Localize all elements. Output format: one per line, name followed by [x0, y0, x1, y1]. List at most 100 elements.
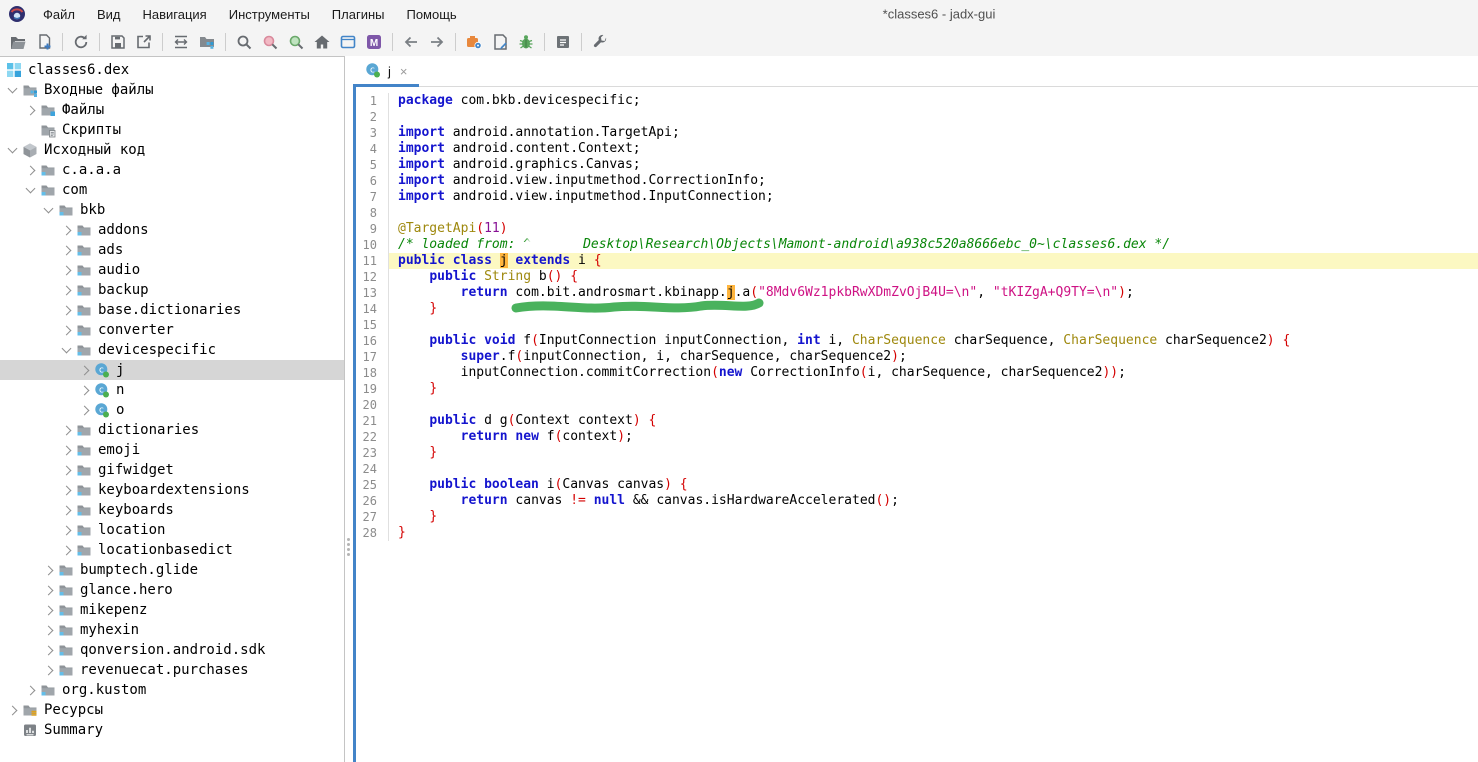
forward-button[interactable]: [424, 30, 450, 54]
chevron-down-icon[interactable]: [58, 348, 74, 352]
chevron-right-icon[interactable]: [40, 647, 56, 654]
divider-grip-icon[interactable]: [347, 538, 350, 541]
tree-item-classes6-dex[interactable]: classes6.dex: [0, 60, 344, 80]
tab-j[interactable]: c j ×: [353, 56, 419, 86]
menu-item-help[interactable]: Помощь: [395, 4, 467, 25]
chevron-right-icon[interactable]: [22, 167, 38, 174]
tree-item-ads[interactable]: ads: [0, 240, 344, 260]
search-class-button[interactable]: [283, 30, 309, 54]
menu-item-view[interactable]: Вид: [86, 4, 132, 25]
tree-item-keyboardextensions[interactable]: keyboardextensions: [0, 480, 344, 500]
tree-item-c-a-a-a[interactable]: c.a.a.a: [0, 160, 344, 180]
tree-item-input-files[interactable]: Входные файлы: [0, 80, 344, 100]
chevron-right-icon[interactable]: [76, 367, 92, 374]
tree-item-myhexin[interactable]: myhexin: [0, 620, 344, 640]
chevron-right-icon[interactable]: [58, 247, 74, 254]
chevron-right-icon[interactable]: [58, 327, 74, 334]
tree-item-scripts[interactable]: Скрипты: [0, 120, 344, 140]
tree-item-glance-hero[interactable]: glance.hero: [0, 580, 344, 600]
tree-item-backup[interactable]: backup: [0, 280, 344, 300]
frame-button[interactable]: [335, 30, 361, 54]
tree-item-keyboards[interactable]: keyboards: [0, 500, 344, 520]
tree-item-o[interactable]: co: [0, 400, 344, 420]
tree-item-location[interactable]: location: [0, 520, 344, 540]
folder-icon: [58, 202, 74, 218]
chevron-right-icon[interactable]: [76, 387, 92, 394]
search-text-button[interactable]: [257, 30, 283, 54]
chevron-right-icon[interactable]: [58, 487, 74, 494]
tree-item-qonversion-android-sdk[interactable]: qonversion.android.sdk: [0, 640, 344, 660]
chevron-right-icon[interactable]: [4, 707, 20, 714]
chevron-right-icon[interactable]: [76, 407, 92, 414]
tree-item-revenuecat-purchases[interactable]: revenuecat.purchases: [0, 660, 344, 680]
back-button[interactable]: [398, 30, 424, 54]
tree-item-org-kustom[interactable]: org.kustom: [0, 680, 344, 700]
wrench-button[interactable]: [587, 30, 613, 54]
chevron-right-icon[interactable]: [40, 627, 56, 634]
tree-item-mikepenz[interactable]: mikepenz: [0, 600, 344, 620]
home-button[interactable]: [309, 30, 335, 54]
search-button[interactable]: [231, 30, 257, 54]
tree-item-gifwidget[interactable]: gifwidget: [0, 460, 344, 480]
chevron-right-icon[interactable]: [58, 307, 74, 314]
device-config-button[interactable]: [461, 30, 487, 54]
log-button[interactable]: [550, 30, 576, 54]
tree-item-dictionaries[interactable]: dictionaries: [0, 420, 344, 440]
chevron-right-icon[interactable]: [22, 687, 38, 694]
chevron-right-icon[interactable]: [58, 547, 74, 554]
tree-item-n[interactable]: cn: [0, 380, 344, 400]
chevron-right-icon[interactable]: [40, 667, 56, 674]
tree-item-j[interactable]: cj: [0, 360, 344, 380]
toolbar: M: [0, 28, 1478, 56]
chevron-right-icon[interactable]: [58, 467, 74, 474]
tree-item-bumptech-glide[interactable]: bumptech.glide: [0, 560, 344, 580]
chevron-right-icon[interactable]: [40, 587, 56, 594]
add-file-button[interactable]: [31, 30, 57, 54]
bug-button[interactable]: [513, 30, 539, 54]
tree-item-emoji[interactable]: emoji: [0, 440, 344, 460]
tree-item-com[interactable]: com: [0, 180, 344, 200]
save-button[interactable]: [105, 30, 131, 54]
chevron-down-icon[interactable]: [4, 148, 20, 152]
chevron-right-icon[interactable]: [58, 267, 74, 274]
chevron-right-icon[interactable]: [58, 447, 74, 454]
tree-item-base-dictionaries[interactable]: base.dictionaries: [0, 300, 344, 320]
refresh-button[interactable]: [68, 30, 94, 54]
chevron-right-icon[interactable]: [58, 507, 74, 514]
tree-item-files[interactable]: Файлы: [0, 100, 344, 120]
chevron-down-icon[interactable]: [22, 188, 38, 192]
tree-item-summary[interactable]: Summary: [0, 720, 344, 740]
chevron-right-icon[interactable]: [58, 227, 74, 234]
split-divider[interactable]: [345, 56, 353, 762]
chevron-right-icon[interactable]: [40, 567, 56, 574]
open-folder-button[interactable]: [5, 30, 31, 54]
menu-bar: ФайлВидНавигацияИнструментыПлагиныПомощь…: [0, 0, 1478, 28]
menu-item-navigation[interactable]: Навигация: [132, 4, 218, 25]
code-line-17: 17 super.f(inputConnection, i, charSeque…: [356, 349, 1478, 365]
menu-item-file[interactable]: Файл: [32, 4, 86, 25]
tree-item-converter[interactable]: converter: [0, 320, 344, 340]
close-tab-icon[interactable]: ×: [400, 64, 408, 79]
chevron-right-icon[interactable]: [58, 427, 74, 434]
tree-item-audio[interactable]: audio: [0, 260, 344, 280]
chevron-down-icon[interactable]: [40, 208, 56, 212]
flatten-button[interactable]: [168, 30, 194, 54]
chevron-right-icon[interactable]: [58, 527, 74, 534]
doc-edit-button[interactable]: [487, 30, 513, 54]
tree-item-resources[interactable]: Ресурсы: [0, 700, 344, 720]
chevron-right-icon[interactable]: [40, 607, 56, 614]
chevron-right-icon[interactable]: [22, 107, 38, 114]
tree-view-button[interactable]: [194, 30, 220, 54]
tree-item-source-code[interactable]: Исходный код: [0, 140, 344, 160]
tree-item-bkb[interactable]: bkb: [0, 200, 344, 220]
tree-item-devicespecific[interactable]: devicespecific: [0, 340, 344, 360]
code-area[interactable]: 1package com.bkb.devicespecific;23import…: [356, 86, 1478, 762]
menu-item-tools[interactable]: Инструменты: [218, 4, 321, 25]
chevron-down-icon[interactable]: [4, 88, 20, 92]
export-button[interactable]: [131, 30, 157, 54]
tree-item-locationbasedict[interactable]: locationbasedict: [0, 540, 344, 560]
chevron-right-icon[interactable]: [58, 287, 74, 294]
tree-item-addons[interactable]: addons: [0, 220, 344, 240]
m-badge-button[interactable]: M: [361, 30, 387, 54]
menu-item-plugins[interactable]: Плагины: [321, 4, 396, 25]
